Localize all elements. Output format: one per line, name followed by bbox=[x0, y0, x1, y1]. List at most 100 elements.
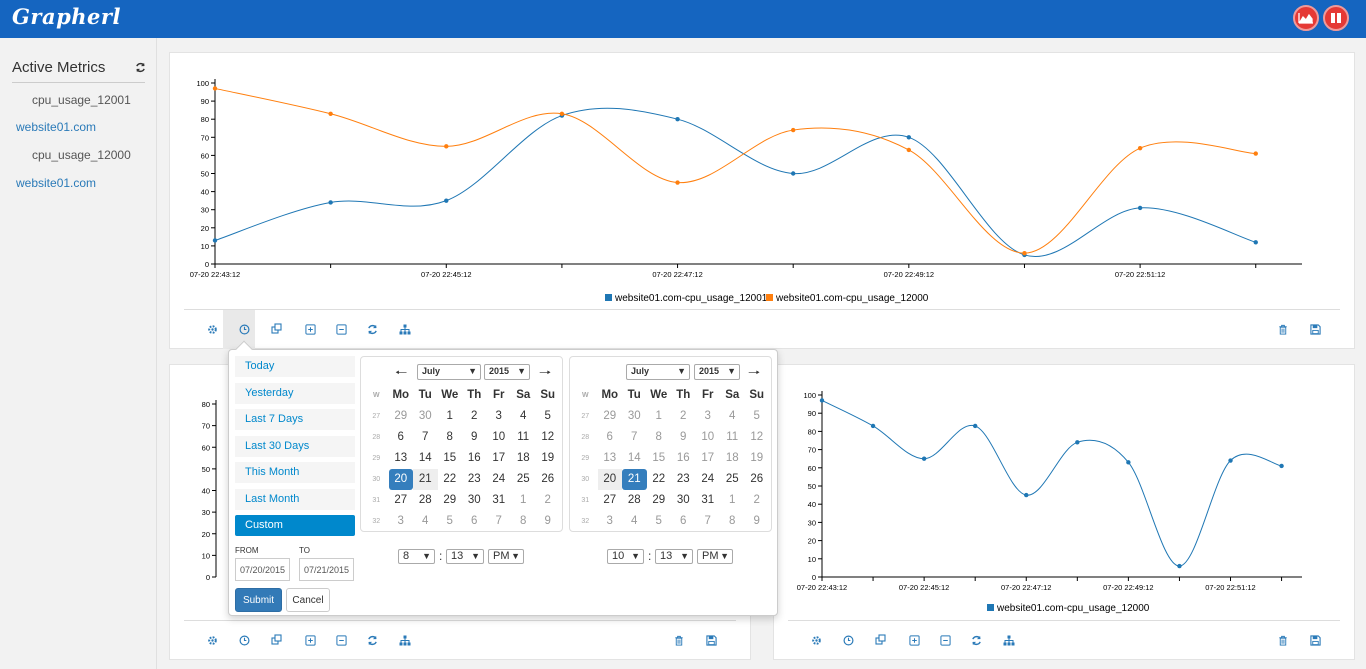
month-select[interactable]: July ▼ bbox=[626, 364, 690, 380]
range-option[interactable]: Last 30 Days bbox=[235, 435, 355, 457]
clone-icon[interactable] bbox=[269, 632, 285, 648]
calendar-day[interactable]: 4 bbox=[511, 406, 536, 427]
calendar-day[interactable]: 1 bbox=[720, 490, 745, 511]
gear-icon[interactable] bbox=[808, 632, 824, 648]
clock-icon[interactable] bbox=[236, 632, 252, 648]
data-point[interactable] bbox=[559, 111, 565, 116]
calendar-day[interactable]: 31 bbox=[696, 490, 721, 511]
data-point[interactable] bbox=[1022, 250, 1027, 256]
data-point[interactable] bbox=[790, 127, 796, 133]
calendar-day[interactable]: 17 bbox=[487, 448, 512, 469]
calendar-day[interactable]: 25 bbox=[720, 469, 745, 490]
calendar-day[interactable]: 6 bbox=[598, 427, 623, 448]
zoom-out-icon[interactable] bbox=[333, 321, 349, 337]
calendar-day[interactable]: 9 bbox=[536, 511, 561, 532]
ampm-select[interactable]: PM ▼ bbox=[488, 549, 524, 564]
year-select[interactable]: 2015 ▼ bbox=[484, 364, 530, 380]
calendar-day[interactable]: 7 bbox=[622, 427, 647, 448]
data-point[interactable] bbox=[1024, 492, 1029, 498]
data-point[interactable] bbox=[675, 117, 680, 122]
hour-select[interactable]: 8 ▼ bbox=[398, 549, 435, 564]
zoom-out-icon[interactable] bbox=[333, 632, 349, 648]
clone-icon[interactable] bbox=[873, 632, 889, 648]
refresh-icon[interactable] bbox=[968, 632, 984, 648]
calendar-day[interactable]: 23 bbox=[462, 469, 487, 490]
calendar-day[interactable]: 30 bbox=[671, 490, 696, 511]
calendar-day[interactable]: 21 bbox=[622, 469, 647, 490]
calendar-day[interactable]: 7 bbox=[413, 427, 438, 448]
sidebar-item-host[interactable]: website01.com bbox=[16, 120, 96, 134]
calendar-day[interactable]: 4 bbox=[622, 511, 647, 532]
clock-icon[interactable] bbox=[236, 321, 252, 337]
legend-label[interactable]: website01.com-cpu_usage_12000 bbox=[996, 603, 1150, 614]
submit-button[interactable]: Submit bbox=[235, 588, 282, 612]
data-point[interactable] bbox=[328, 200, 333, 205]
calendar-day[interactable]: 10 bbox=[696, 427, 721, 448]
calendar-day[interactable]: 12 bbox=[745, 427, 770, 448]
calendar-day[interactable]: 3 bbox=[487, 406, 512, 427]
from-date-input[interactable]: 07/20/2015 bbox=[235, 558, 290, 581]
calendar-day[interactable]: 9 bbox=[462, 427, 487, 448]
calendar-day[interactable]: 8 bbox=[720, 511, 745, 532]
save-icon[interactable] bbox=[1307, 632, 1323, 648]
data-point[interactable] bbox=[921, 456, 927, 461]
calendar-day[interactable]: 15 bbox=[438, 448, 463, 469]
calendar-day[interactable]: 6 bbox=[671, 511, 696, 532]
clock-icon[interactable] bbox=[840, 632, 856, 648]
calendar-day[interactable]: 2 bbox=[745, 490, 770, 511]
pause-icon[interactable] bbox=[1323, 5, 1349, 31]
calendar-day[interactable]: 24 bbox=[487, 469, 512, 490]
sitemap-icon[interactable] bbox=[397, 632, 413, 648]
calendar-day[interactable]: 24 bbox=[696, 469, 721, 490]
calendar-day[interactable]: 12 bbox=[536, 427, 561, 448]
year-select[interactable]: 2015 ▼ bbox=[694, 364, 740, 380]
calendar-day[interactable]: 29 bbox=[647, 490, 672, 511]
calendar-day[interactable]: 15 bbox=[647, 448, 672, 469]
data-point[interactable] bbox=[212, 86, 218, 91]
data-point[interactable] bbox=[1075, 440, 1080, 445]
calendar-day[interactable]: 3 bbox=[389, 511, 414, 532]
calendar-day[interactable]: 8 bbox=[511, 511, 536, 532]
minute-select[interactable]: 13 ▼ bbox=[446, 549, 484, 564]
range-option[interactable]: Yesterday bbox=[235, 382, 355, 404]
calendar-day[interactable]: 3 bbox=[696, 406, 721, 427]
month-select[interactable]: July ▼ bbox=[417, 364, 481, 380]
app-logo[interactable]: Grapherl bbox=[12, 4, 121, 29]
ampm-select[interactable]: PM ▼ bbox=[697, 549, 733, 564]
calendar-day[interactable]: 26 bbox=[536, 469, 561, 490]
calendar-day[interactable]: 11 bbox=[511, 427, 536, 448]
next-month-icon[interactable]: 🠒 bbox=[539, 365, 551, 379]
calendar-day[interactable]: 29 bbox=[438, 490, 463, 511]
calendar-day[interactable]: 5 bbox=[647, 511, 672, 532]
clone-icon[interactable] bbox=[269, 321, 285, 337]
calendar-day[interactable]: 8 bbox=[438, 427, 463, 448]
to-date-input[interactable]: 07/21/2015 bbox=[299, 558, 354, 581]
calendar-day[interactable]: 10 bbox=[487, 427, 512, 448]
calendar-day[interactable]: 7 bbox=[487, 511, 512, 532]
calendar-day[interactable]: 28 bbox=[622, 490, 647, 511]
calendar-day[interactable]: 14 bbox=[413, 448, 438, 469]
sitemap-icon[interactable] bbox=[397, 321, 413, 337]
gear-icon[interactable] bbox=[204, 321, 220, 337]
calendar-day[interactable]: 22 bbox=[438, 469, 463, 490]
data-point[interactable] bbox=[1228, 458, 1233, 463]
data-point[interactable] bbox=[1253, 240, 1258, 245]
calendar-day[interactable]: 5 bbox=[438, 511, 463, 532]
calendar-day[interactable]: 18 bbox=[511, 448, 536, 469]
calendar-day[interactable]: 2 bbox=[536, 490, 561, 511]
zoom-in-icon[interactable] bbox=[302, 321, 318, 337]
calendar-day[interactable]: 21 bbox=[413, 469, 438, 490]
data-point[interactable] bbox=[1137, 205, 1143, 211]
calendar-day[interactable]: 28 bbox=[413, 490, 438, 511]
calendar-day[interactable]: 19 bbox=[536, 448, 561, 469]
calendar-day[interactable]: 20 bbox=[597, 469, 622, 490]
hour-select[interactable]: 10 ▼ bbox=[607, 549, 644, 564]
calendar-day[interactable]: 16 bbox=[462, 448, 487, 469]
range-option[interactable]: Today bbox=[235, 356, 355, 377]
calendar-day[interactable]: 20 bbox=[388, 469, 413, 490]
calendar-day[interactable]: 29 bbox=[389, 406, 414, 427]
data-point[interactable] bbox=[870, 423, 876, 429]
next-month-icon[interactable]: 🠒 bbox=[748, 365, 760, 379]
area-chart-icon[interactable] bbox=[1293, 5, 1319, 31]
range-option[interactable]: Last 7 Days bbox=[235, 409, 355, 430]
